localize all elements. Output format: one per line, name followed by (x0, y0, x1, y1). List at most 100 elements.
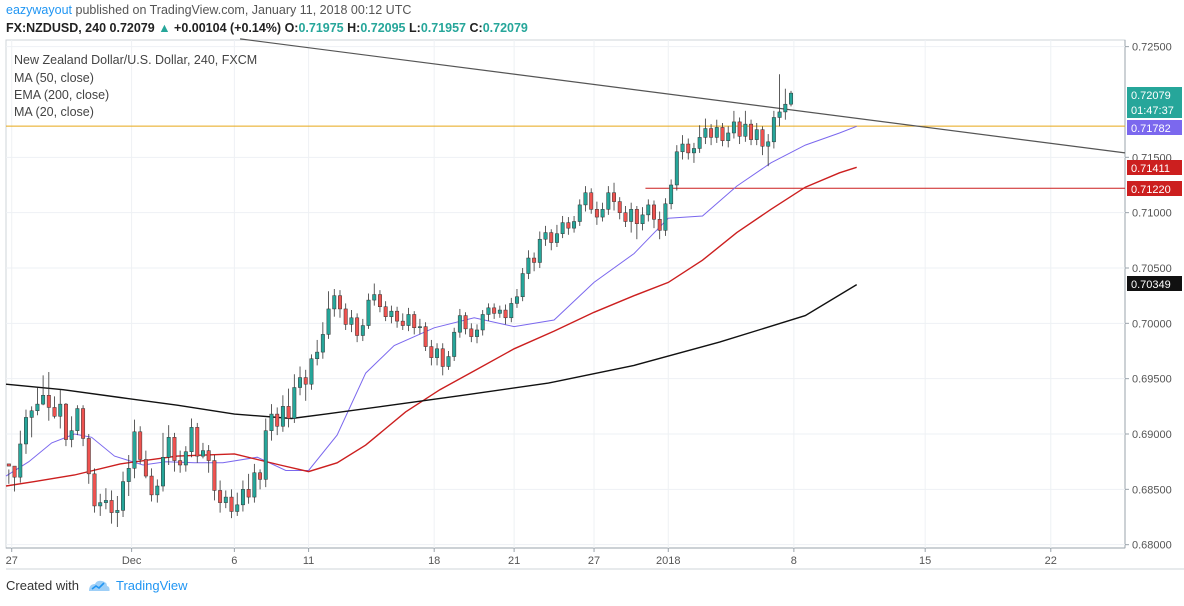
candle (12, 465, 17, 492)
time-axis[interactable]: 27 Dec 6 11 18 21 27 2018 8 15 22 (6, 548, 1057, 567)
x-tick-label: Dec (122, 555, 142, 567)
candle (777, 74, 782, 127)
candle (286, 388, 291, 428)
badge-ma50: 0.71411 (1127, 160, 1182, 175)
badge-last: 0.72079 01:47:37 (1127, 87, 1182, 118)
candle-body (286, 406, 291, 419)
candle-body (475, 329, 479, 337)
candle-body (640, 214, 645, 224)
legend-ema200[interactable]: EMA (200, close) (14, 88, 109, 102)
candle-body (606, 192, 611, 210)
candle (709, 124, 714, 146)
candle-body (161, 456, 165, 487)
candle-body (81, 408, 86, 439)
candle (46, 372, 51, 421)
candle-body (258, 472, 263, 480)
candle (492, 303, 497, 319)
price-chart[interactable]: 0.725000.715000.710000.705000.700000.695… (0, 0, 1184, 606)
candle-body (709, 128, 714, 138)
candle-body (583, 192, 588, 206)
candle-body (417, 326, 422, 329)
candle-body (383, 306, 388, 317)
candle-body (697, 137, 702, 149)
candle-body (201, 450, 205, 457)
tradingview-logo-icon (88, 580, 110, 591)
legend-ma20[interactable]: MA (20, close) (14, 105, 94, 119)
candle-body (103, 500, 108, 503)
candle (343, 303, 348, 330)
candle (63, 403, 68, 447)
x-tick-label: 27 (588, 555, 600, 567)
candle-body (149, 475, 154, 496)
candle (86, 434, 91, 484)
candle (206, 445, 211, 473)
candle (143, 450, 148, 479)
candle (212, 455, 217, 501)
y-tick-label: 0.69000 (1132, 429, 1172, 441)
candle (383, 301, 388, 322)
x-tick-label: 8 (791, 555, 797, 567)
candle (372, 283, 377, 306)
candle (526, 250, 531, 280)
candle (789, 90, 793, 107)
candle (697, 125, 702, 153)
candle (161, 432, 165, 492)
candle-body (554, 233, 559, 243)
candle (263, 418, 268, 488)
candle-body (674, 151, 679, 186)
candle (172, 432, 177, 472)
candle (652, 200, 656, 229)
candle-body (155, 485, 160, 496)
x-tick-label: 11 (303, 555, 314, 567)
badge-ema200: 0.70349 (1127, 276, 1182, 291)
candle-body (6, 463, 11, 467)
candle (446, 350, 451, 370)
candle-body (12, 465, 17, 478)
candle-body (669, 184, 674, 205)
chart-pane[interactable] (5, 39, 1126, 549)
candle-body (343, 308, 348, 325)
candle-body (726, 132, 731, 141)
candle (52, 396, 57, 419)
candle (457, 308, 462, 338)
candle-body (492, 307, 497, 314)
legend-ma50[interactable]: MA (50, close) (14, 71, 94, 85)
candle (703, 118, 708, 145)
x-tick-label: 6 (231, 555, 237, 567)
candle (292, 374, 297, 423)
candle (149, 468, 154, 502)
candle-body (452, 331, 457, 357)
candle-body (269, 413, 274, 431)
candle (269, 404, 274, 441)
candle (634, 206, 639, 240)
candle-body (143, 459, 148, 477)
candle-body (69, 430, 74, 440)
candle-body (406, 314, 411, 326)
candle-body (515, 296, 519, 304)
candle-body (789, 92, 793, 105)
candle-body (429, 346, 434, 358)
candle (606, 186, 611, 215)
candle-body (446, 356, 451, 367)
tradingview-link[interactable]: TradingView (87, 578, 188, 593)
candle (554, 224, 559, 247)
candle-body (389, 310, 394, 317)
candle (440, 343, 445, 376)
badge-level: 0.71220 (1127, 181, 1182, 196)
candle (218, 480, 223, 513)
price-axis[interactable]: 0.725000.715000.710000.705000.700000.695… (1125, 42, 1172, 552)
candle (731, 110, 736, 139)
candle-body (138, 431, 143, 460)
candle-body (275, 413, 280, 427)
candle-body (109, 500, 114, 513)
candle (138, 426, 143, 464)
candle (714, 119, 719, 143)
candle-body (223, 496, 228, 503)
candle-body (469, 328, 474, 337)
candle-body (115, 510, 120, 513)
candle-body (612, 192, 616, 202)
footer: Created with TradingView (6, 578, 188, 593)
candle-body (600, 209, 605, 218)
candle-body (572, 221, 577, 229)
candle (223, 490, 228, 509)
